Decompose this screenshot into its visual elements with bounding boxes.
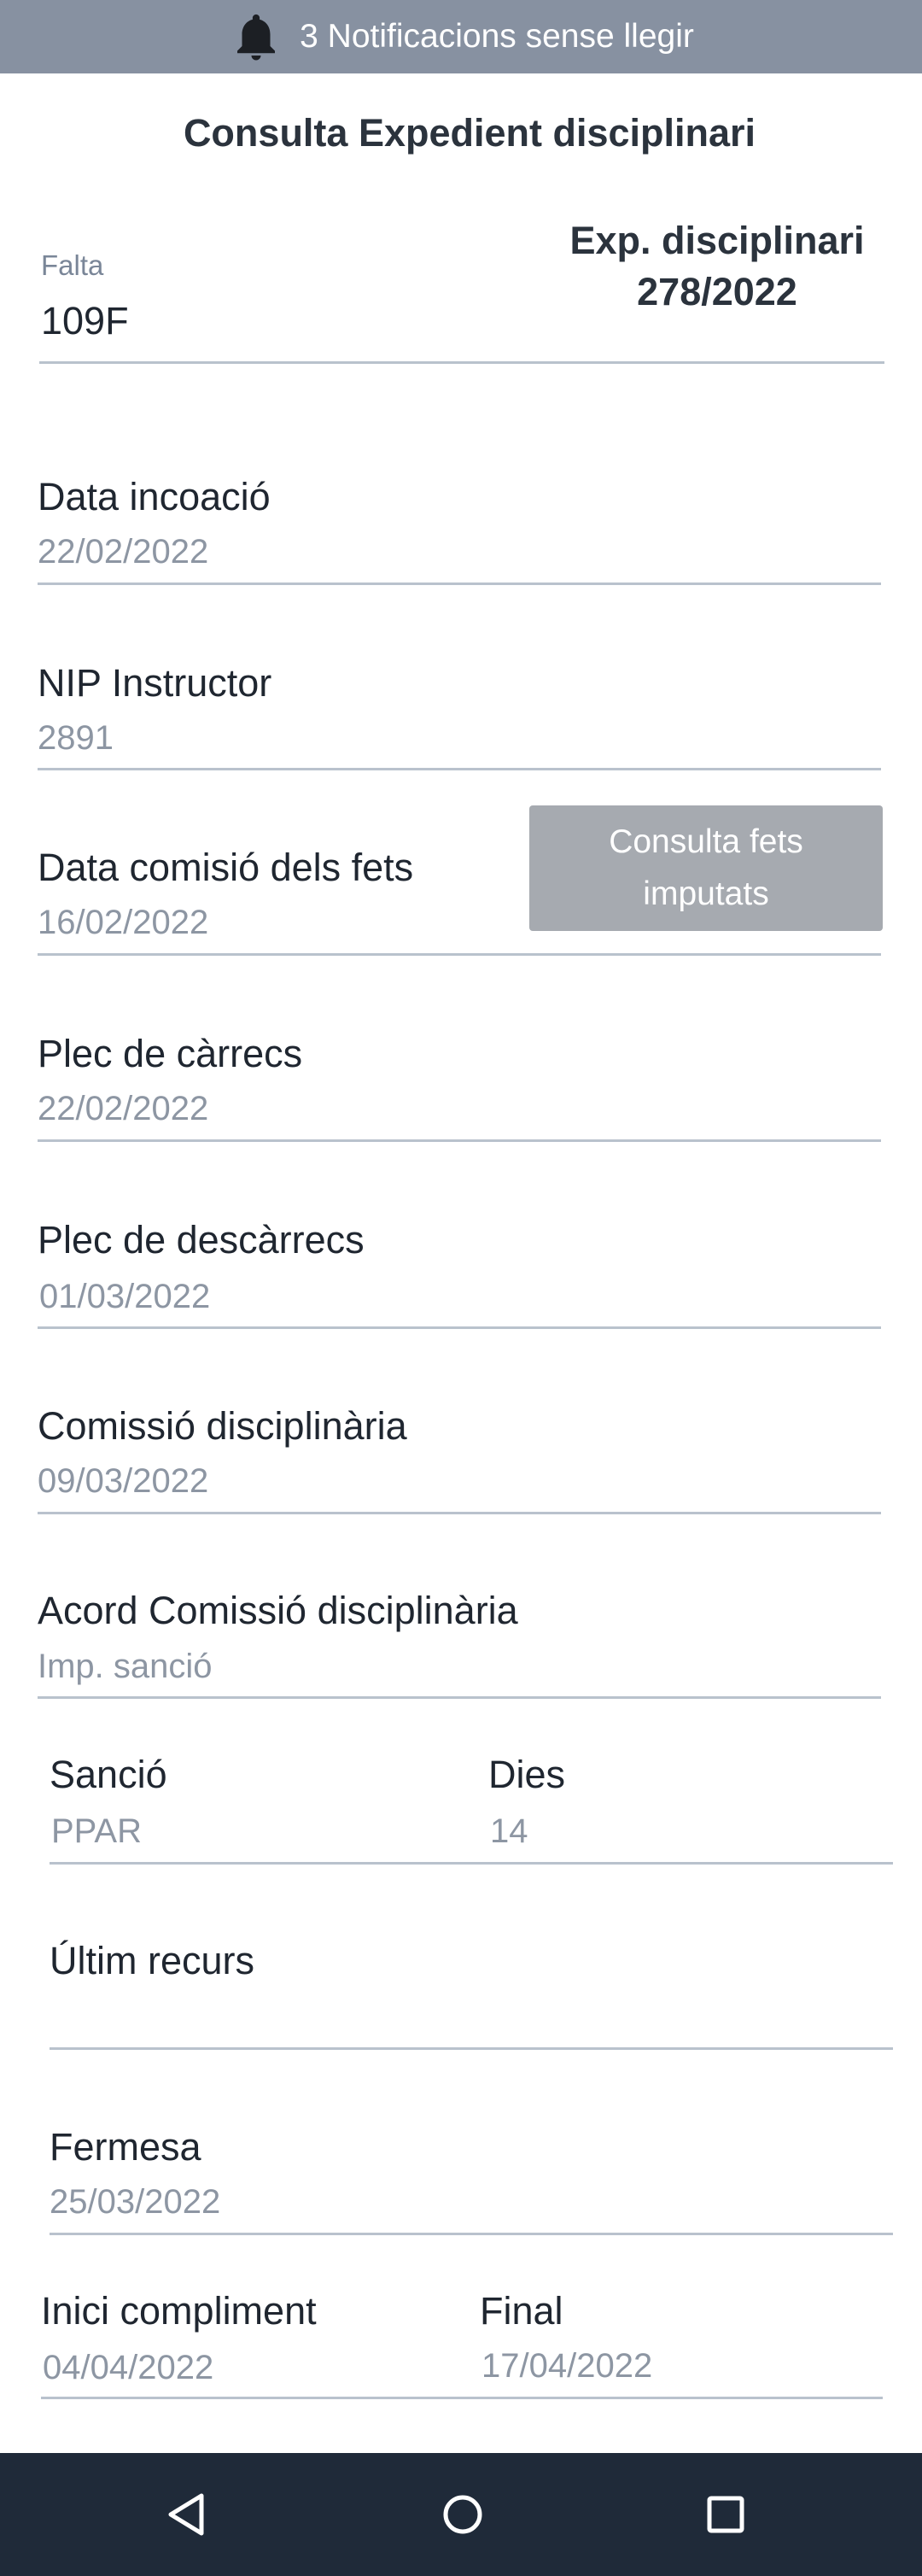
plec-descarrecs-label: Plec de descàrrecs — [38, 1218, 365, 1262]
comissio-divider — [38, 1512, 881, 1514]
expedient-title-line1: Exp. disciplinari — [569, 219, 865, 262]
recents-icon — [707, 2496, 744, 2533]
inici-compliment-label: Inici compliment — [41, 2289, 317, 2333]
plec-carrecs-divider — [38, 1139, 881, 1142]
dies-value: 14 — [490, 1812, 528, 1850]
notification-bar[interactable]: 3 Notificacions sense llegir — [0, 0, 922, 73]
expedient-title: Exp. disciplinari 278/2022 — [546, 215, 888, 318]
home-icon — [443, 2495, 482, 2534]
acord-divider — [38, 1696, 881, 1699]
falta-value: 109F — [41, 299, 129, 342]
fermesa-divider — [50, 2233, 893, 2235]
fermesa-value: 25/03/2022 — [50, 2183, 221, 2221]
data-incoacio-value: 22/02/2022 — [38, 533, 209, 571]
data-incoacio-label: Data incoació — [38, 475, 271, 518]
notification-text: 3 Notificacions sense llegir — [300, 18, 694, 55]
data-incoacio-divider — [38, 583, 881, 585]
sancio-divider — [50, 1862, 893, 1865]
acord-value: Imp. sanció — [38, 1648, 213, 1685]
dies-label: Dies — [488, 1753, 566, 1796]
plec-carrecs-value: 22/02/2022 — [38, 1090, 209, 1127]
back-icon — [168, 2493, 204, 2536]
inici-compliment-value: 04/04/2022 — [43, 2349, 214, 2386]
nip-instructor-label: NIP Instructor — [38, 661, 272, 705]
system-navigation-bar — [0, 2453, 922, 2576]
consulta-fets-button-line1: Consulta fets — [609, 823, 803, 860]
nip-instructor-value: 2891 — [38, 719, 114, 757]
data-comisio-value: 16/02/2022 — [38, 904, 209, 941]
consulta-fets-button-line2: imputats — [643, 875, 769, 912]
recents-button[interactable] — [688, 2477, 763, 2552]
back-button[interactable] — [149, 2477, 224, 2552]
data-comisio-label: Data comisió dels fets — [38, 846, 414, 889]
fermesa-label: Fermesa — [50, 2125, 201, 2169]
comissio-label: Comissió disciplinària — [38, 1404, 407, 1448]
compliment-divider — [41, 2397, 883, 2399]
final-label: Final — [480, 2289, 563, 2333]
final-value: 17/04/2022 — [481, 2347, 653, 2385]
plec-carrecs-label: Plec de càrrecs — [38, 1032, 303, 1075]
sancio-label: Sanció — [50, 1753, 167, 1796]
ultim-recurs-label: Últim recurs — [50, 1939, 255, 1982]
bell-icon — [237, 14, 276, 61]
expedient-number: 278/2022 — [637, 270, 797, 313]
falta-divider — [39, 361, 884, 364]
home-button[interactable] — [425, 2477, 500, 2552]
nip-instructor-divider — [38, 768, 881, 770]
consulta-fets-imputats-button[interactable]: Consulta fets imputats — [529, 805, 883, 931]
sancio-value: PPAR — [51, 1812, 142, 1850]
page-title: Consulta Expedient disciplinari — [183, 111, 756, 155]
data-comisio-divider — [38, 953, 881, 956]
ultim-recurs-divider — [50, 2047, 893, 2050]
plec-descarrecs-value: 01/03/2022 — [39, 1278, 211, 1315]
acord-label: Acord Comissió disciplinària — [38, 1589, 518, 1632]
comissio-value: 09/03/2022 — [38, 1462, 209, 1500]
plec-descarrecs-divider — [38, 1326, 881, 1329]
falta-label: Falta — [41, 249, 104, 281]
